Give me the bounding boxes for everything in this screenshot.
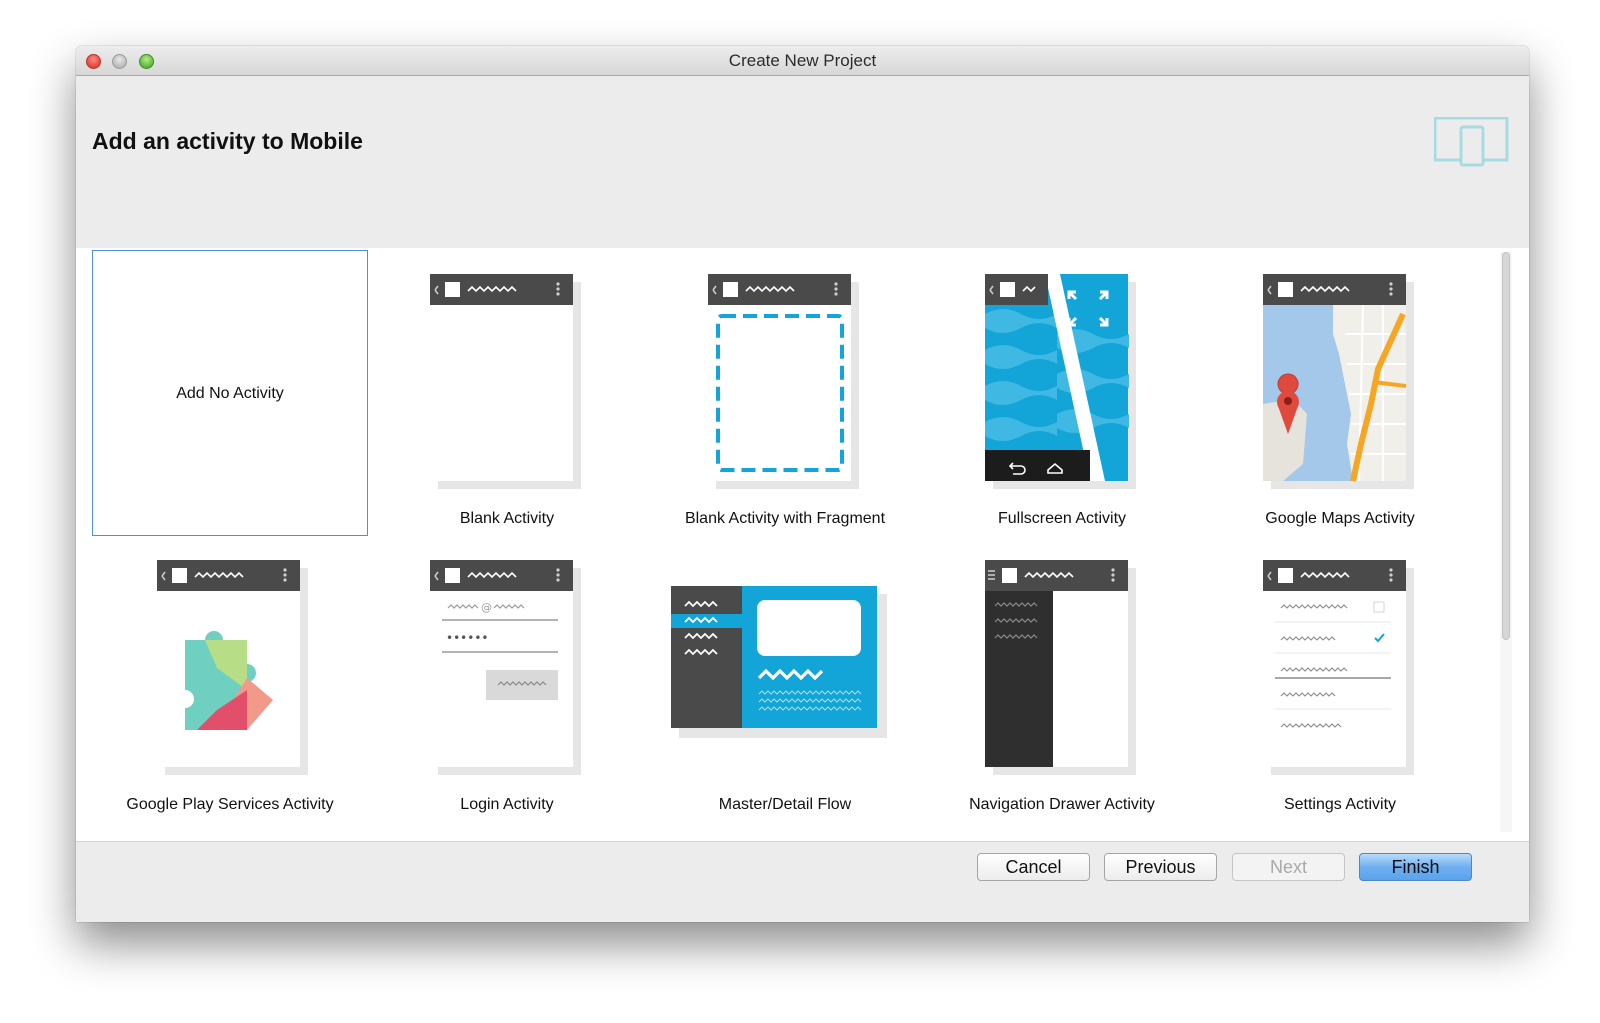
tile-label: Login Activity <box>460 796 554 813</box>
svg-text:@: @ <box>481 601 492 614</box>
tile-label: Navigation Drawer Activity <box>969 796 1155 813</box>
settings-preview <box>1263 560 1414 775</box>
tile-login-activity[interactable]: @ •••••• Login Activity <box>369 536 645 822</box>
svg-text:••••••: •••••• <box>446 631 488 645</box>
close-window-button[interactable] <box>86 54 101 69</box>
tile-label: Settings Activity <box>1283 796 1397 813</box>
tile-fullscreen-activity[interactable]: Fullscreen Activity <box>924 250 1200 536</box>
tile-add-no-activity[interactable]: Add No Activity <box>92 250 368 536</box>
tile-label: Blank Activity <box>459 510 555 527</box>
minimize-window-button[interactable] <box>112 54 127 69</box>
cancel-button[interactable]: Cancel <box>977 853 1090 881</box>
window-title: Create New Project <box>728 51 877 70</box>
google-play-services-preview <box>157 560 308 775</box>
navigation-drawer-preview <box>985 560 1136 775</box>
finish-button[interactable]: Finish <box>1359 853 1472 881</box>
device-icon <box>1434 117 1509 167</box>
login-preview: @ •••••• <box>430 560 581 775</box>
dialog-footer: Cancel Previous Next Finish <box>76 841 1529 922</box>
fullscreen-preview <box>985 274 1136 489</box>
blank-fragment-preview <box>708 274 859 489</box>
tile-label: Blank Activity with Fragment <box>684 510 886 527</box>
previous-button[interactable]: Previous <box>1104 853 1217 881</box>
tile-label: Add No Activity <box>176 385 284 402</box>
maximize-window-button[interactable] <box>139 54 154 69</box>
activity-gallery: Add No Activity Blank Activity Blank Act… <box>76 248 1529 841</box>
tile-google-play-services-activity[interactable]: Google Play Services Activity <box>92 536 368 822</box>
tile-label: Google Play Services Activity <box>126 796 334 813</box>
tile-settings-activity[interactable]: Settings Activity <box>1202 536 1478 822</box>
master-detail-preview <box>671 586 887 738</box>
next-button: Next <box>1232 853 1345 881</box>
title-bar: Create New Project <box>76 46 1529 76</box>
tile-blank-activity-fragment[interactable]: Blank Activity with Fragment <box>647 250 923 536</box>
blank-activity-preview <box>430 274 581 489</box>
tile-navigation-drawer-activity[interactable]: Navigation Drawer Activity <box>924 536 1200 822</box>
tile-blank-activity[interactable]: Blank Activity <box>369 250 645 536</box>
page-title: Add an activity to Mobile <box>92 128 363 154</box>
tile-label: Fullscreen Activity <box>997 510 1127 527</box>
scrollbar-thumb[interactable] <box>1502 252 1510 640</box>
tile-google-maps-activity[interactable]: Google Maps Activity <box>1202 250 1478 536</box>
create-new-project-window: Create New Project Add an activity to Mo… <box>76 46 1529 922</box>
tile-master-detail-flow[interactable]: Master/Detail Flow <box>647 536 923 822</box>
google-maps-preview <box>1263 274 1414 489</box>
gallery-scrollbar[interactable] <box>1500 252 1512 832</box>
tile-label: Google Maps Activity <box>1265 510 1415 527</box>
tile-label: Master/Detail Flow <box>718 796 852 813</box>
